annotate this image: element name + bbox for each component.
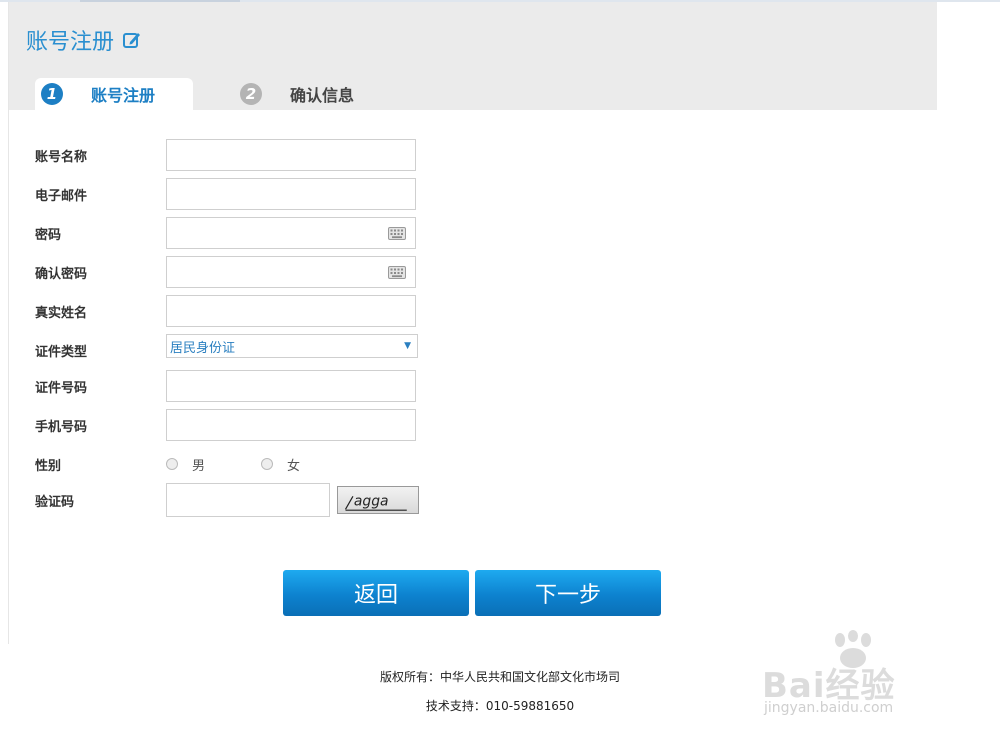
gender-option-male[interactable]: 男 xyxy=(166,455,205,474)
captcha-graphic: agga xyxy=(344,494,407,511)
tab-confirm-info[interactable]: 2 确认信息 xyxy=(234,78,394,110)
id-type-select[interactable]: 居民身份证 ▼ xyxy=(166,334,418,358)
keyboard-icon[interactable] xyxy=(388,227,406,240)
real-name-field xyxy=(166,295,416,327)
gender-option-female[interactable]: 女 xyxy=(261,455,300,474)
id-number-label: 证件号码 xyxy=(35,380,88,396)
phone-field xyxy=(166,409,416,441)
captcha-image[interactable]: agga xyxy=(337,486,419,514)
watermark-url: jingyan.baidu.com xyxy=(764,700,894,716)
email-input[interactable] xyxy=(167,179,415,209)
id-type-selected: 居民身份证 xyxy=(170,340,236,356)
step-1-badge: 1 xyxy=(41,83,63,105)
gender-female-label: 女 xyxy=(287,458,301,474)
step-2-badge: 2 xyxy=(240,83,262,105)
edit-icon xyxy=(123,33,141,48)
gender-label: 性别 xyxy=(35,458,62,474)
email-field xyxy=(166,178,416,210)
password-input[interactable] xyxy=(167,218,415,248)
captcha-label: 验证码 xyxy=(35,494,75,510)
baidu-jingyan-watermark: Bai经验 jingyan.baidu.com xyxy=(762,630,962,720)
gender-radio-group: 男 女 xyxy=(166,455,300,474)
confirm-password-label: 确认密码 xyxy=(35,266,88,282)
radio-male[interactable] xyxy=(166,458,178,470)
confirm-password-field xyxy=(166,256,416,288)
tab-label: 账号注册 xyxy=(91,86,156,105)
captcha-field xyxy=(166,483,330,517)
password-field xyxy=(166,217,416,249)
captcha-input[interactable] xyxy=(167,484,329,516)
page-title: 账号注册 xyxy=(26,24,142,56)
phone-input[interactable] xyxy=(167,410,415,440)
registration-panel: 账号注册 1 账号注册 2 确认信息 账号名称 电子邮件 密码 确认密码 真实姓… xyxy=(8,2,937,644)
dropdown-arrow-icon: ▼ xyxy=(404,341,411,351)
id-number-field xyxy=(166,370,416,402)
phone-label: 手机号码 xyxy=(35,419,88,435)
gender-male-label: 男 xyxy=(192,458,206,474)
real-name-input[interactable] xyxy=(167,296,415,326)
password-label: 密码 xyxy=(35,227,62,243)
account-name-input[interactable] xyxy=(167,140,415,170)
next-step-button[interactable]: 下一步 xyxy=(475,570,661,616)
radio-female[interactable] xyxy=(261,458,274,470)
tab-account-register[interactable]: 1 账号注册 xyxy=(35,78,193,110)
tab-label: 确认信息 xyxy=(290,86,355,105)
captcha-text: agga xyxy=(354,494,389,510)
id-type-label: 证件类型 xyxy=(35,345,88,360)
account-name-label: 账号名称 xyxy=(35,149,88,165)
page-title-text: 账号注册 xyxy=(26,30,115,55)
keyboard-icon[interactable] xyxy=(388,266,406,279)
real-name-label: 真实姓名 xyxy=(35,305,88,321)
id-number-input[interactable] xyxy=(167,371,415,401)
back-button[interactable]: 返回 xyxy=(283,570,469,616)
panel-header: 账号注册 1 账号注册 2 确认信息 xyxy=(9,2,937,110)
email-label: 电子邮件 xyxy=(35,188,88,204)
confirm-password-input[interactable] xyxy=(167,257,415,287)
account-name-field xyxy=(166,139,416,171)
